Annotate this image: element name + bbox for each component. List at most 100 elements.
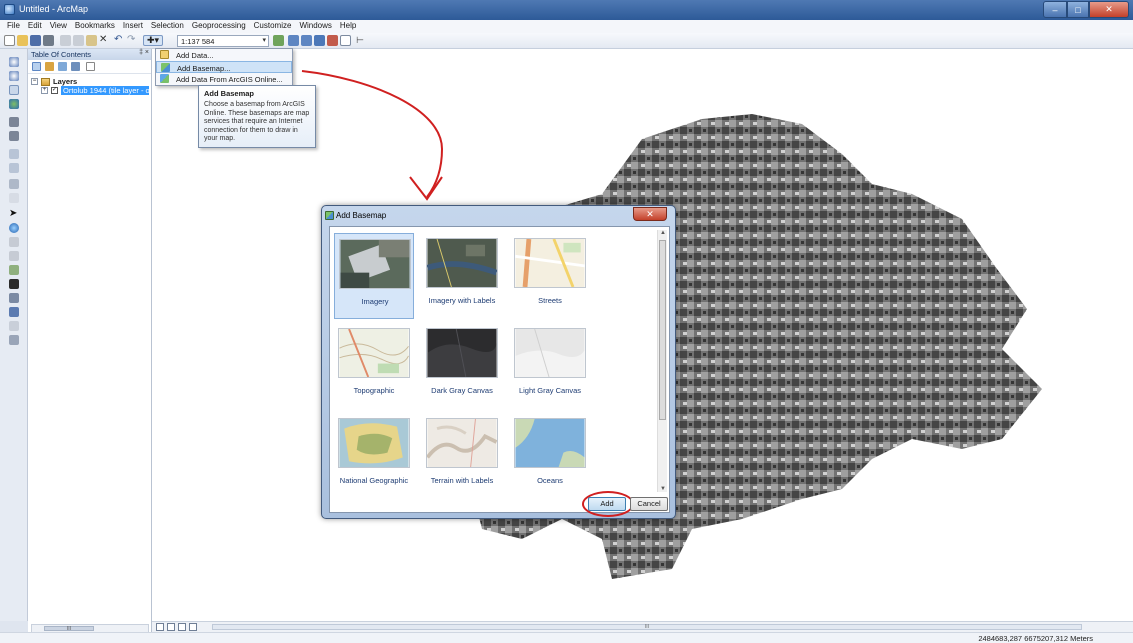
add-data-dropdown-button[interactable]: ✚▾ <box>143 35 163 46</box>
chevron-down-icon[interactable]: ▾ <box>262 36 266 44</box>
find-route-icon[interactable] <box>9 293 19 303</box>
basemap-dark-gray-canvas[interactable]: Dark Gray Canvas <box>422 323 502 409</box>
new-document-icon[interactable] <box>4 35 15 46</box>
dialog-close-button[interactable]: ✕ <box>633 207 667 221</box>
data-view-icon[interactable] <box>156 623 164 631</box>
clear-selection-icon[interactable] <box>9 193 19 203</box>
status-bar: 2484683,287 6675207,312 Meters <box>0 632 1133 643</box>
layer-name[interactable]: Ortolub 1944 (tile layer - or <box>61 86 149 95</box>
menu-item-add-basemap[interactable]: Add Basemap... <box>156 61 292 73</box>
arctoolbox-icon[interactable] <box>327 35 338 46</box>
viewer-window-icon[interactable] <box>9 335 19 345</box>
refresh-icon[interactable] <box>178 623 186 631</box>
delete-icon[interactable]: ✕ <box>99 35 110 46</box>
basemap-light-gray-canvas[interactable]: Light Gray Canvas <box>510 323 590 409</box>
list-by-visibility-icon[interactable] <box>58 62 67 71</box>
close-window-button[interactable]: ✕ <box>1089 1 1129 18</box>
pause-drawing-icon[interactable] <box>189 623 197 631</box>
paste-icon[interactable] <box>86 35 97 46</box>
basemap-topographic[interactable]: Topographic <box>334 323 414 409</box>
fixed-zoom-in-icon[interactable] <box>9 117 19 127</box>
layer-item[interactable]: + ✓ Ortolub 1944 (tile layer - or <box>41 86 149 95</box>
arcmap-app-icon[interactable] <box>4 4 15 15</box>
basemap-imagery-with-labels[interactable]: Imagery with Labels <box>422 233 502 319</box>
back-extent-icon[interactable] <box>9 149 19 159</box>
redo-icon[interactable]: ↷ <box>127 35 138 46</box>
add-button[interactable]: Add <box>588 497 626 511</box>
scroll-up-icon[interactable]: ▲ <box>660 230 666 236</box>
catalog-window-icon[interactable] <box>301 35 312 46</box>
select-features-icon[interactable] <box>9 179 19 189</box>
save-icon[interactable] <box>30 35 41 46</box>
open-folder-icon[interactable] <box>17 35 28 46</box>
menu-item-add-data[interactable]: Add Data... <box>156 49 292 61</box>
cut-icon[interactable] <box>60 35 71 46</box>
toc-scroll-thumb[interactable]: III <box>44 626 94 632</box>
list-by-drawing-order-icon[interactable] <box>32 62 41 71</box>
cancel-button[interactable]: Cancel <box>630 497 668 511</box>
full-extent-icon[interactable] <box>9 99 19 109</box>
basemap-national-geographic[interactable]: National Geographic <box>334 413 414 499</box>
terrain-with-labels-thumbnail <box>426 418 498 468</box>
maximize-button[interactable]: □ <box>1067 1 1089 18</box>
toc-options-icon[interactable] <box>86 62 95 71</box>
pan-icon[interactable] <box>9 85 19 95</box>
time-slider-icon[interactable] <box>9 321 19 331</box>
menu-bookmarks[interactable]: Bookmarks <box>71 20 119 33</box>
identify-icon[interactable] <box>9 223 19 233</box>
toc-header: Table Of Contents ‡ × <box>28 49 151 60</box>
toc-pin-close-icon[interactable]: ‡ × <box>139 49 149 56</box>
layers-icon <box>41 77 50 86</box>
menu-insert[interactable]: Insert <box>119 20 147 33</box>
menu-help[interactable]: Help <box>336 20 360 33</box>
go-to-xy-icon[interactable] <box>9 307 19 317</box>
fixed-zoom-out-icon[interactable] <box>9 131 19 141</box>
list-by-source-icon[interactable] <box>45 62 54 71</box>
menu-selection[interactable]: Selection <box>147 20 188 33</box>
html-popup-icon[interactable] <box>9 251 19 261</box>
hyperlink-icon[interactable] <box>9 237 19 247</box>
scroll-down-icon[interactable]: ▼ <box>660 486 666 492</box>
menu-view[interactable]: View <box>46 20 71 33</box>
copy-icon[interactable] <box>73 35 84 46</box>
gallery-scrollbar[interactable]: ▲ ▼ <box>657 230 667 492</box>
menu-edit[interactable]: Edit <box>24 20 46 33</box>
menu-item-add-data-from-arcgis-online[interactable]: Add Data From ArcGIS Online... <box>156 73 292 85</box>
collapse-icon[interactable]: − <box>31 78 38 85</box>
streets-thumbnail <box>514 238 586 288</box>
map-scale-field[interactable]: 1:137 584 ▾ <box>177 35 269 47</box>
model-builder-icon[interactable]: ⊢ <box>356 35 367 46</box>
menu-geoprocessing[interactable]: Geoprocessing <box>188 20 250 33</box>
forward-extent-icon[interactable] <box>9 163 19 173</box>
select-elements-icon[interactable]: ➤ <box>9 209 19 219</box>
menu-customize[interactable]: Customize <box>250 20 296 33</box>
basemap-imagery[interactable]: Imagery <box>334 233 414 319</box>
expand-icon[interactable]: + <box>41 87 48 94</box>
basemap-streets[interactable]: Streets <box>510 233 590 319</box>
gallery-scroll-thumb[interactable] <box>659 240 666 420</box>
menu-file[interactable]: File <box>3 20 24 33</box>
print-icon[interactable] <box>43 35 54 46</box>
layer-visibility-checkbox[interactable]: ✓ <box>51 87 58 94</box>
table-of-contents-icon[interactable] <box>288 35 299 46</box>
basemap-label: National Geographic <box>339 476 409 485</box>
python-window-icon[interactable] <box>340 35 351 46</box>
layout-view-icon[interactable] <box>167 623 175 631</box>
basemap-terrain-with-labels[interactable]: Terrain with Labels <box>422 413 502 499</box>
zoom-in-icon[interactable] <box>9 57 19 67</box>
minimize-button[interactable]: – <box>1043 1 1067 18</box>
basemap-oceans[interactable]: Oceans <box>510 413 590 499</box>
menu-windows[interactable]: Windows <box>295 20 335 33</box>
find-icon[interactable] <box>9 279 19 289</box>
toc-toolbar <box>28 60 151 74</box>
editor-toolbar-icon[interactable] <box>273 35 284 46</box>
layers-data-frame[interactable]: − Layers <box>31 77 77 86</box>
map-scale-value: 1:137 584 <box>181 37 215 46</box>
add-data-menu: Add Data... Add Basemap... Add Data From… <box>155 48 293 86</box>
zoom-out-icon[interactable] <box>9 71 19 81</box>
undo-icon[interactable]: ↶ <box>114 35 125 46</box>
search-window-icon[interactable] <box>314 35 325 46</box>
map-horizontal-scrollbar[interactable]: III <box>212 624 1082 630</box>
measure-icon[interactable] <box>9 265 19 275</box>
list-by-selection-icon[interactable] <box>71 62 80 71</box>
